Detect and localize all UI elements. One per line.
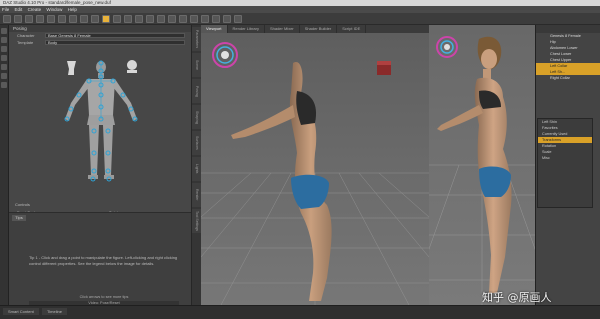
geometry-editor-icon[interactable] (190, 14, 198, 23)
viewport-tabs: Viewport Render Library Shader Mixer Sha… (201, 25, 429, 33)
menu-edit[interactable]: Edit (15, 7, 23, 12)
tips-tab[interactable]: Tips (12, 215, 26, 221)
undo-icon[interactable] (36, 14, 44, 23)
tab-script-ide[interactable]: Script IDE (337, 25, 367, 33)
shape-library-icon[interactable] (1, 73, 7, 79)
content-library-icon[interactable] (1, 37, 7, 43)
bottom-bar: Smart Content Timeline (0, 305, 600, 319)
side-tab-surfaces[interactable]: Surfaces (192, 131, 201, 155)
posing-tab-icon[interactable] (1, 28, 7, 34)
menu-window[interactable]: Window (46, 7, 62, 12)
tab-viewport[interactable]: Viewport (201, 25, 228, 33)
watermark-text: 知乎 @原画人 (482, 291, 552, 304)
tips-more-hint[interactable]: Click arrows to see more tips (29, 295, 179, 299)
character-row: Character Base Genesis 8 Female (9, 32, 191, 39)
menu-help[interactable]: Help (68, 7, 77, 12)
node-selection-icon[interactable] (102, 14, 110, 23)
menu-create[interactable]: Create (28, 7, 42, 12)
view-navigation-gizmo[interactable] (212, 42, 238, 68)
surface-selection-icon[interactable] (179, 14, 187, 23)
redo-icon[interactable] (47, 14, 55, 23)
save-icon[interactable] (25, 14, 33, 23)
presets-icon[interactable] (1, 55, 7, 61)
param-misc[interactable]: Misc (538, 155, 592, 161)
view-cube-icon[interactable] (377, 61, 391, 75)
left-icon-strip (0, 25, 9, 305)
side-tab-parameters[interactable]: Parameters (192, 27, 201, 51)
main-viewport[interactable]: Viewport Render Library Shader Mixer Sha… (201, 25, 429, 305)
new-scene-icon[interactable] (3, 14, 11, 23)
legend-title: Controls (15, 202, 30, 207)
posing-panel-title: Posing (9, 25, 191, 32)
figure-icon[interactable] (80, 14, 88, 23)
menubar: File Edit Create Window Help (0, 6, 600, 13)
side-tab-strip: Parameters Scene Posing Shaping Surfaces… (191, 25, 201, 305)
light-icon[interactable] (69, 14, 77, 23)
pose-library-icon[interactable] (1, 64, 7, 70)
rotate-tool-icon[interactable] (124, 14, 132, 23)
tab-smart-content[interactable]: Smart Content (3, 308, 39, 315)
render-settings-icon[interactable] (223, 14, 231, 23)
side-tab-lights[interactable]: Lights (192, 157, 201, 181)
pose-figure-map[interactable] (9, 55, 191, 195)
universal-tool-icon[interactable] (113, 14, 121, 23)
template-label: Template (17, 40, 34, 45)
parameters-panel: Left Shin Favorites Currently Used Trans… (537, 118, 593, 208)
prop-icon[interactable] (91, 14, 99, 23)
secondary-viewport[interactable] (408, 25, 556, 306)
region-navigator-icon[interactable] (201, 14, 209, 23)
template-select[interactable]: Body (45, 40, 185, 45)
menu-file[interactable]: File (2, 7, 9, 12)
tab-shader-mixer[interactable]: Shader Mixer (265, 25, 300, 33)
spot-render-icon[interactable] (234, 14, 242, 23)
tips-panel: Tips Tip 1 - Click and drag a point to m… (9, 212, 191, 305)
scene-panel-header (536, 25, 600, 33)
side-tab-posing[interactable]: Posing (192, 79, 201, 103)
character-select[interactable]: Base Genesis 8 Female (45, 33, 185, 38)
scene-item-right-collar[interactable]: Right Collar (536, 75, 600, 81)
pose-tool-icon[interactable] (157, 14, 165, 23)
tab-render-library[interactable]: Render Library (228, 25, 265, 33)
joint-editor-icon[interactable] (168, 14, 176, 23)
smart-content-icon[interactable] (1, 46, 7, 52)
tab-timeline[interactable]: Timeline (42, 308, 67, 315)
side-tab-scene[interactable]: Scene (192, 53, 201, 77)
head-icon[interactable] (127, 60, 137, 73)
character-label: Character (17, 33, 35, 38)
tab-shader-builder[interactable]: Shader Builder (300, 25, 338, 33)
camera-icon[interactable] (58, 14, 66, 23)
side-tab-shaping[interactable]: Shaping (192, 105, 201, 129)
tip-text: Tip 1 - Click and drag a point to manipu… (29, 255, 178, 266)
template-row: Template Body (9, 39, 191, 46)
side-tab-tool-settings[interactable]: Tool Settings (192, 209, 201, 233)
materials-icon[interactable] (1, 82, 7, 88)
main-toolbar (0, 13, 600, 25)
posing-panel: Posing Character Base Genesis 8 Female T… (9, 25, 191, 305)
scale-tool-icon[interactable] (146, 14, 154, 23)
open-icon[interactable] (14, 14, 22, 23)
render-icon[interactable] (212, 14, 220, 23)
left-hand-icon[interactable] (67, 61, 76, 75)
side-tab-render-settings[interactable]: Render Settings (192, 183, 201, 207)
translate-tool-icon[interactable] (135, 14, 143, 23)
